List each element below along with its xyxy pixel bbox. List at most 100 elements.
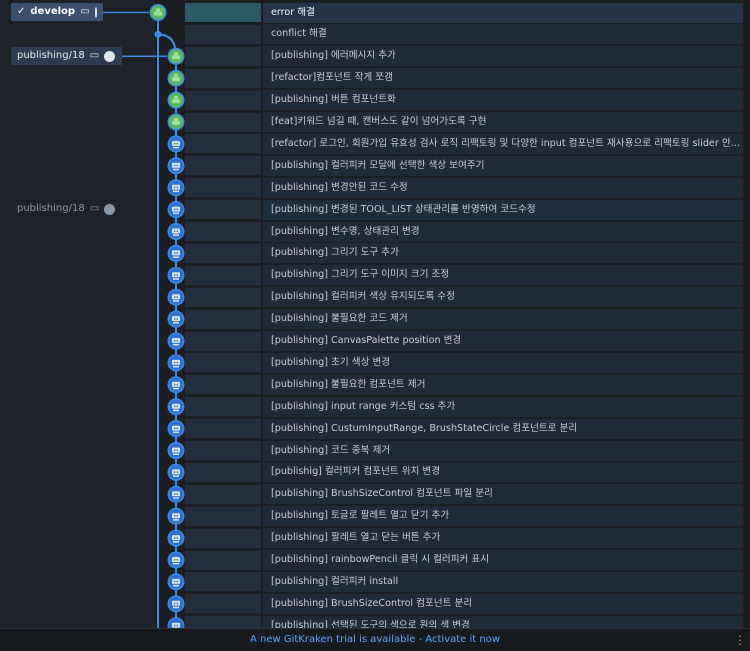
avatar-pixel-icon	[173, 409, 179, 412]
graph-gap-cell	[185, 134, 261, 154]
graph-gap-cell	[185, 265, 261, 285]
commit-message-row[interactable]: [publishing] BrushSizeControl 컴포넌트 파일 분리	[263, 484, 743, 505]
avatar-pixel-icon	[174, 52, 178, 56]
avatar-pixel-icon	[156, 8, 160, 12]
commit-message-row[interactable]: [publishing] 그리기 도구 추가	[263, 243, 743, 264]
graph-gap-cell	[185, 572, 261, 592]
avatar-pixel-icon	[176, 624, 178, 627]
graph-gap-cell	[185, 243, 261, 263]
avatar-pixel-icon	[174, 580, 176, 583]
graph-gap-cell	[185, 353, 261, 373]
avatar-pixel-icon	[176, 164, 178, 167]
avatar-pixel-icon	[174, 471, 176, 473]
avatar-pixel-icon	[176, 493, 178, 495]
commit-message-row[interactable]: [publishing] 팔레트 열고 닫는 버튼 추가	[263, 528, 743, 549]
avatar-pixel-icon	[174, 74, 178, 78]
avatar-pixel-icon	[176, 405, 178, 408]
graph-gap-cell	[185, 222, 261, 241]
commit-message-row[interactable]: [publishing] 컬러피커 색상 유지되도록 수정	[263, 287, 743, 308]
trial-banner-text[interactable]: A new GitKraken trial is available - Act…	[250, 634, 500, 645]
avatar-pixel-icon	[174, 230, 176, 232]
vertical-dots-icon[interactable]: ⋮	[734, 629, 746, 651]
commit-message-row[interactable]: [publishing] BrushSizeControl 컴포넌트 분리	[263, 593, 743, 614]
avatar-pixel-icon	[173, 146, 179, 149]
avatar-pixel-icon	[176, 296, 178, 298]
avatar-pixel-icon	[173, 322, 179, 324]
avatar-pixel-icon	[176, 340, 178, 342]
commit-message-row[interactable]: [publishing] 초기 색상 변경	[263, 352, 743, 373]
avatar-pixel-icon	[174, 296, 176, 298]
avatar-pixel-icon	[176, 427, 178, 430]
commit-message-row[interactable]: [publishing] 불필요한 컴포넌트 제거	[263, 374, 743, 395]
graph-gap-cell	[185, 441, 261, 460]
avatar-pixel-icon	[172, 338, 180, 343]
graph-gap-cell	[185, 419, 261, 439]
graph-gap-cell	[185, 506, 261, 526]
graph-gap-cell	[185, 3, 261, 22]
trial-banner[interactable]: A new GitKraken trial is available - Act…	[0, 628, 750, 651]
avatar-pixel-icon	[173, 300, 179, 302]
commit-message-row[interactable]: [publishing] 코드 중복 제거	[263, 440, 743, 461]
avatar-pixel-icon	[173, 475, 179, 477]
avatar-pixel-icon	[174, 208, 176, 211]
avatar-pixel-icon	[176, 471, 178, 473]
commit-message-row[interactable]: [publishing] 그리기 도구 이미지 크기 조정	[263, 265, 743, 286]
avatar-pixel-icon	[174, 340, 176, 342]
commit-message-row[interactable]: [publishing] 컬러피커 모달에 선택한 색상 보여주기	[263, 155, 743, 176]
commit-message-row[interactable]: conflict 해결	[263, 24, 743, 45]
avatar-pixel-icon	[174, 252, 176, 254]
commit-message-row[interactable]: [publishing] 토글로 팔레트 열고 닫기 추가	[263, 506, 743, 527]
commit-message-row[interactable]: [feat]키워드 넘길 때, 캔버스도 같이 넘어가도록 구현	[263, 112, 743, 132]
avatar-pixel-icon	[176, 318, 178, 320]
avatar-pixel-icon	[174, 164, 176, 167]
commit-message-row[interactable]: [publishing] rainbowPencil 클릭 시 컬러피커 표시	[263, 550, 743, 570]
commit-message-row[interactable]: error 해결	[263, 2, 743, 23]
avatar-pixel-icon	[172, 316, 180, 322]
graph-gap-cell	[185, 550, 261, 570]
graph-gap-cell	[185, 178, 261, 198]
avatar-pixel-icon	[172, 121, 180, 125]
avatar-pixel-icon	[173, 519, 179, 521]
avatar-pixel-icon	[176, 515, 178, 517]
avatar-pixel-icon	[172, 359, 180, 365]
avatar-pixel-icon	[154, 11, 162, 16]
commit-message-row[interactable]: [refactor]컴포넌트 작게 쪼갬	[263, 68, 743, 89]
commit-message-row[interactable]: [publishing] 불필요한 코드 제거	[263, 309, 743, 330]
avatar-pixel-icon	[173, 497, 179, 499]
commit-message-row[interactable]: [publishing] 컬러피커 install	[263, 571, 743, 592]
avatar-pixel-icon	[173, 190, 179, 193]
avatar-pixel-icon	[172, 557, 180, 562]
graph-gap-cell	[185, 375, 261, 395]
avatar-pixel-icon	[174, 559, 176, 561]
commit-message-row[interactable]: [publishing] 변경된 TOOL_LIST 상태관리를 반영하여 코드…	[263, 199, 743, 220]
commit-message-row[interactable]: [refactor] 로그인, 회원가입 유효성 검사 로직 리팩토링 및 다양…	[263, 133, 743, 154]
avatar-pixel-icon	[176, 274, 178, 276]
commit-message-row[interactable]: [publishig] 컬러피커 컴포넌트 위치 변경	[263, 462, 743, 483]
commit-message-row[interactable]: [publishing] CanvasPalette position 변경	[263, 331, 743, 351]
avatar-pixel-icon	[176, 537, 178, 539]
avatar-pixel-icon	[174, 537, 176, 539]
graph-gap-cell	[185, 594, 261, 614]
avatar-pixel-icon	[176, 208, 178, 211]
avatar-pixel-icon	[173, 256, 179, 258]
commit-message-row[interactable]: [publishing] input range 커스텀 css 추가	[263, 396, 743, 417]
commit-message-row[interactable]: [publishing] 변경안된 코드 수정	[263, 177, 743, 198]
avatar-pixel-icon	[173, 168, 179, 171]
commit-message-row[interactable]: [publishing] 에러메시지 추가	[263, 46, 743, 67]
graph-gap-cell	[185, 24, 261, 44]
avatar-pixel-icon	[174, 515, 176, 517]
avatar-pixel-icon	[172, 228, 180, 234]
avatar-pixel-icon	[176, 230, 178, 232]
commit-message-row[interactable]: [publishing] 변수명, 상태관리 변경	[263, 221, 743, 242]
avatar-pixel-icon	[172, 184, 180, 190]
avatar-pixel-icon	[176, 580, 178, 583]
commit-message-row[interactable]: [publishing] 버튼 컴포넌트화	[263, 90, 743, 111]
avatar-pixel-icon	[176, 142, 178, 145]
avatar-pixel-icon	[173, 387, 179, 390]
avatar-pixel-icon	[176, 383, 178, 386]
commit-message-row[interactable]: [publishing] CustumInputRange, BrushStat…	[263, 418, 743, 439]
avatar-pixel-icon	[172, 513, 180, 519]
avatar-pixel-icon	[172, 600, 180, 606]
avatar-pixel-icon	[174, 274, 176, 276]
avatar-pixel-icon	[172, 622, 180, 628]
